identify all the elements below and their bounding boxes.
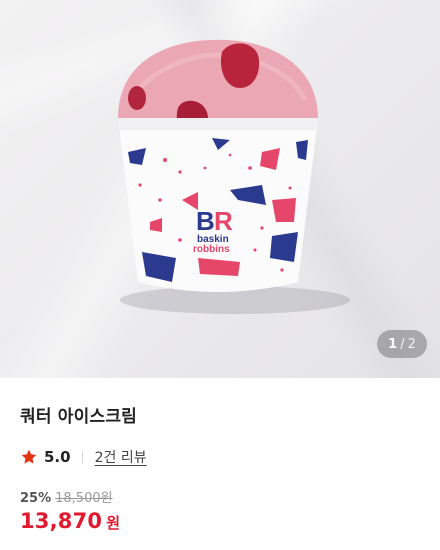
- product-info: 쿼터 아이스크림 5.0 2건 리뷰 25% 18,500원 13,870 원: [0, 402, 440, 533]
- star-icon: [21, 449, 37, 464]
- original-price: 18,500원: [55, 491, 113, 506]
- product-title: 쿼터 아이스크림: [20, 407, 137, 427]
- page-separator: /: [400, 336, 405, 352]
- rating-score: 5.0: [44, 448, 71, 466]
- product-image: B R baskin robbins: [118, 39, 350, 314]
- product-image-gallery[interactable]: B R baskin robbins 1 / 2: [0, 0, 440, 378]
- discount-row: 25% 18,500원: [20, 487, 420, 507]
- sale-price: 13,870: [20, 509, 103, 533]
- page-indicator: 1 / 2: [377, 330, 427, 358]
- sale-price-row: 13,870 원: [20, 509, 420, 533]
- rating-row: 5.0 2건 리뷰: [20, 446, 420, 468]
- discount-rate: 25%: [20, 491, 52, 506]
- price-block: 25% 18,500원 13,870 원: [20, 487, 420, 533]
- logo-text-line2: robbins: [193, 244, 230, 255]
- svg-text:R: R: [214, 206, 233, 236]
- review-count-link[interactable]: 2건 리뷰: [95, 447, 147, 467]
- page-total: 2: [407, 336, 416, 352]
- page-current: 1: [388, 336, 398, 352]
- rating-divider: [81, 450, 83, 464]
- svg-text:B: B: [196, 206, 215, 236]
- sale-price-unit: 원: [106, 514, 121, 532]
